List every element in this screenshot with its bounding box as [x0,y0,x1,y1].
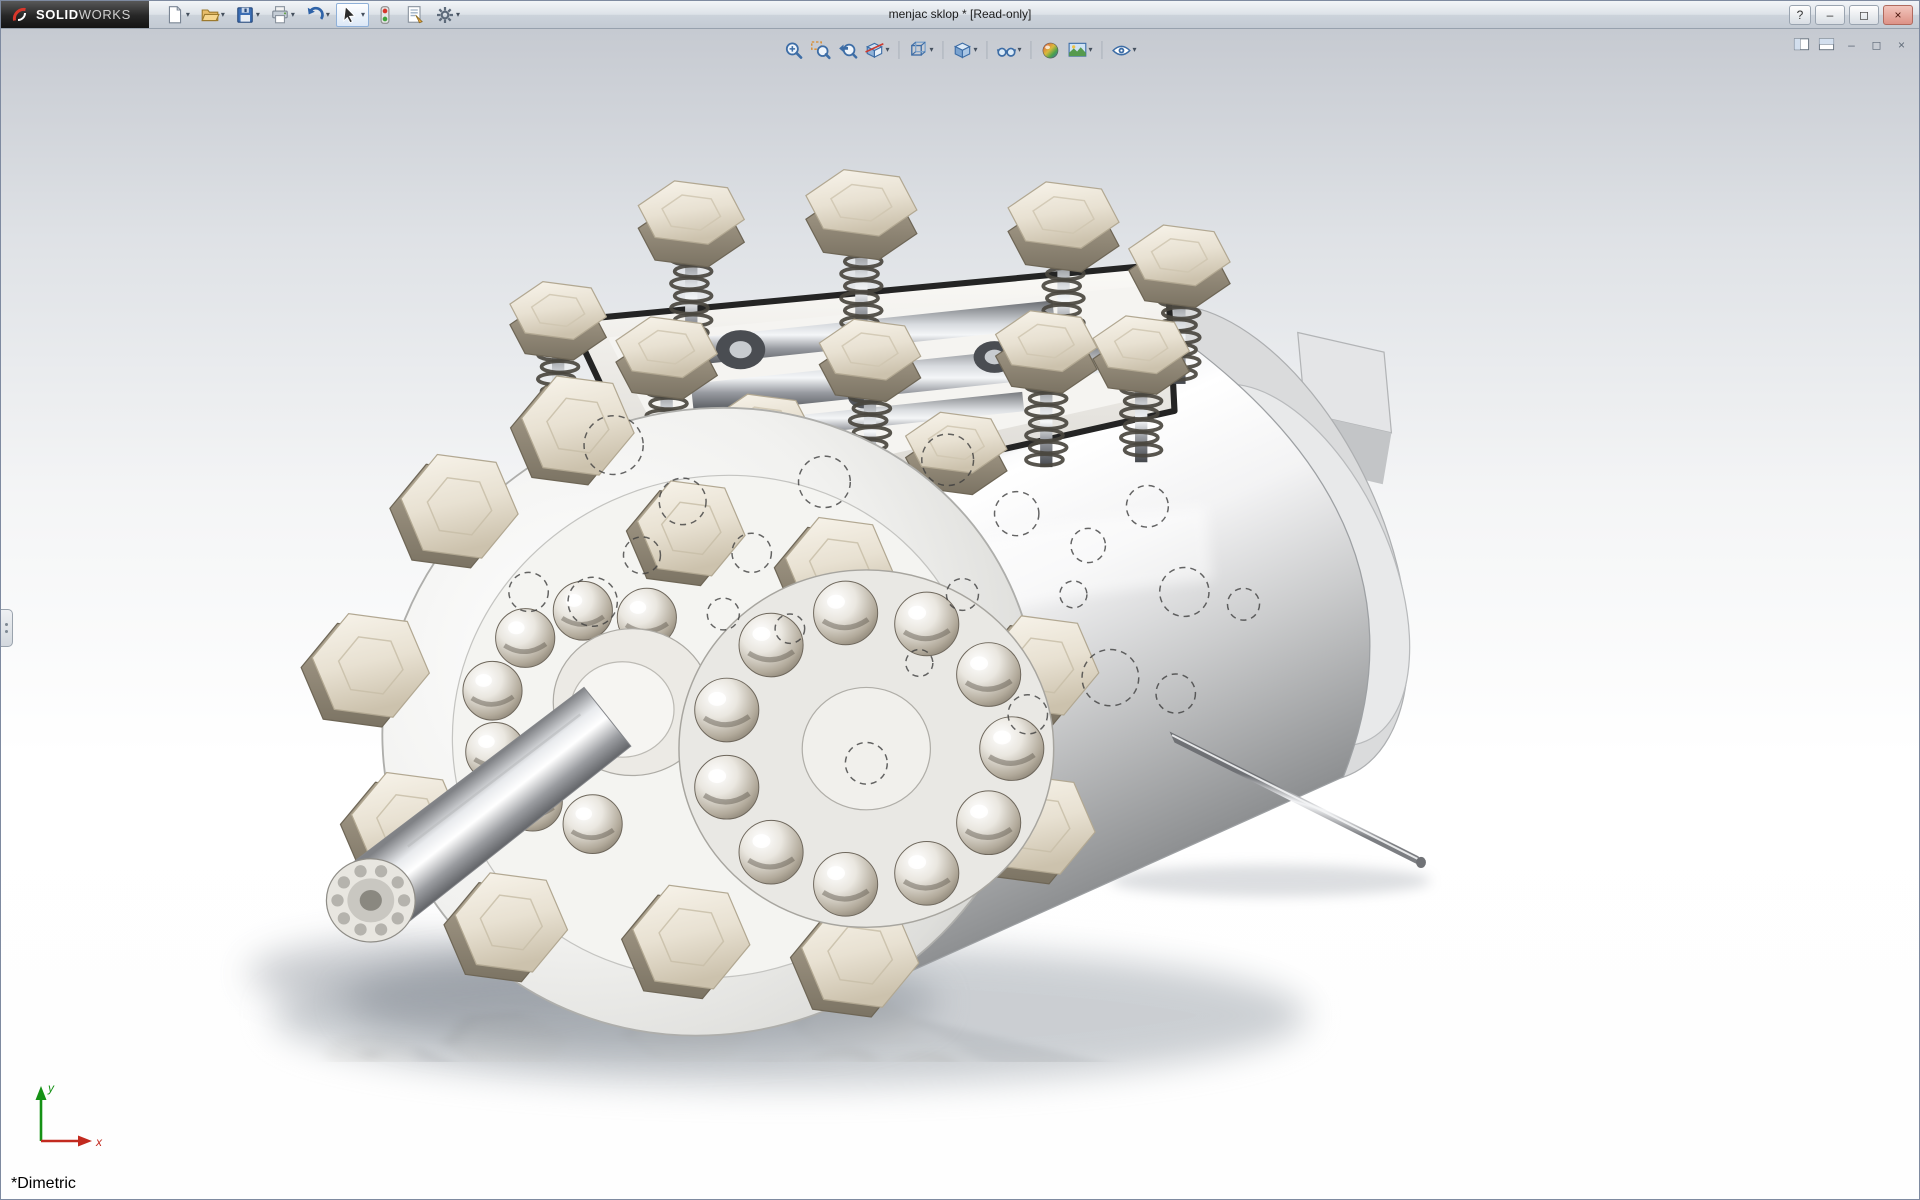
display-style-button[interactable]: ▾ [949,37,980,63]
options-icon [435,5,455,25]
heads-up-toolbar: ▾ ▾ ▾ ▾ ▾ ▾ [780,37,1139,63]
view-orientation-button[interactable]: ▾ [905,37,936,63]
file-properties-icon [405,5,425,25]
brand-bold: SOLID [36,7,79,22]
dropdown-caret: ▾ [1133,46,1137,54]
hide-show-items-button[interactable]: ▾ [994,37,1025,63]
dropdown-caret: ▾ [221,11,225,19]
restore-document-button[interactable]: ◻ [1868,36,1885,53]
select-icon [340,5,360,25]
rebuild-button[interactable] [371,3,399,27]
toolbar-separator [942,41,943,59]
section-view-button[interactable]: ▾ [861,37,892,63]
dropdown-caret: ▾ [973,46,977,54]
triad-x-arrow [78,1136,92,1147]
toolbar-separator [1031,41,1032,59]
view-settings-button[interactable]: ▾ [1109,37,1140,63]
toolbar-separator [898,41,899,59]
zoom-to-fit-button[interactable] [780,37,806,63]
triad-x-label: x [95,1135,103,1149]
dropdown-caret: ▾ [929,46,933,54]
rebuild-icon [375,5,395,25]
hide-show-items-icon [997,40,1017,60]
solidworks-logo-icon [11,6,29,24]
minimize-button[interactable]: – [1815,5,1845,25]
dropdown-caret: ▾ [256,11,260,19]
view-orientation-label: *Dimetric [11,1175,76,1193]
window-controls: ? – ◻ × [1789,5,1919,25]
dropdown-caret: ▾ [885,46,889,54]
apply-scene-button[interactable]: ▾ [1065,37,1096,63]
split-view-icon [1818,36,1835,53]
display-style-icon [952,40,972,60]
toolbar-separator [1102,41,1103,59]
toolbar-separator [987,41,988,59]
close-document-button[interactable]: × [1893,36,1910,53]
restore-document-glyph: ◻ [1872,39,1882,51]
zoom-to-area-button[interactable] [807,37,833,63]
edit-appearance-icon [1041,40,1061,60]
brand-light: WORKS [79,7,131,22]
previous-view-icon [837,40,857,60]
show-panes-button[interactable] [1793,36,1810,53]
window-title: menjac sklop * [Read-only] [889,1,1032,28]
open-document-button[interactable]: ▾ [196,3,229,27]
dropdown-caret: ▾ [291,11,295,19]
model-canvas[interactable] [1,29,1919,1199]
select-button[interactable]: ▾ [336,3,369,27]
triad-y-arrow [36,1086,47,1100]
document-window-controls: – ◻ × [1793,36,1910,53]
file-properties-button[interactable] [401,3,429,27]
print-button[interactable]: ▾ [266,3,299,27]
save-icon [235,5,255,25]
minimize-document-button[interactable]: – [1843,36,1860,53]
dropdown-caret: ▾ [326,11,330,19]
restore-button[interactable]: ◻ [1849,5,1879,25]
previous-view-button[interactable] [834,37,860,63]
dropdown-caret: ▾ [456,11,460,19]
options-button[interactable]: ▾ [431,3,464,27]
zoom-to-area-icon [810,40,830,60]
close-document-glyph: × [1898,39,1905,51]
show-panes-icon [1793,36,1810,53]
apply-scene-icon [1068,40,1088,60]
view-settings-icon [1112,40,1132,60]
dropdown-caret: ▾ [361,11,365,19]
split-view-button[interactable] [1818,36,1835,53]
dropdown-caret: ▾ [1018,46,1022,54]
new-document-button[interactable]: ▾ [161,3,194,27]
new-document-icon [165,5,185,25]
main-toolbar: ▾ ▾ ▾ ▾ ▾ ▾ ▾ [161,3,464,27]
undo-button[interactable]: ▾ [301,3,334,27]
title-bar: SOLIDWORKS ▾ ▾ ▾ ▾ ▾ ▾ ▾ menjac sklop * [Read-… [1,1,1919,29]
dropdown-caret: ▾ [186,11,190,19]
print-icon [270,5,290,25]
brand-text: SOLIDWORKS [36,7,131,22]
section-view-icon [864,40,884,60]
open-document-icon [200,5,220,25]
triad-y-label: y [47,1081,55,1095]
zoom-to-fit-icon [783,40,803,60]
feature-panel-collapsed-handle[interactable] [1,609,13,647]
save-button[interactable]: ▾ [231,3,264,27]
solidworks-window: SOLIDWORKS ▾ ▾ ▾ ▾ ▾ ▾ ▾ menjac sklop * [Read-… [0,0,1920,1200]
solidworks-logo: SOLIDWORKS [1,1,149,28]
minimize-document-glyph: – [1848,39,1855,51]
graphics-viewport[interactable]: ▾ ▾ ▾ ▾ ▾ ▾ – ◻ × x y *Dimetric [1,29,1919,1199]
edit-appearance-button[interactable] [1038,37,1064,63]
view-orientation-icon [908,40,928,60]
orientation-triad: x y [23,1075,111,1161]
undo-icon [305,5,325,25]
dropdown-caret: ▾ [1089,46,1093,54]
close-button[interactable]: × [1883,5,1913,25]
help-button[interactable]: ? [1789,5,1811,25]
